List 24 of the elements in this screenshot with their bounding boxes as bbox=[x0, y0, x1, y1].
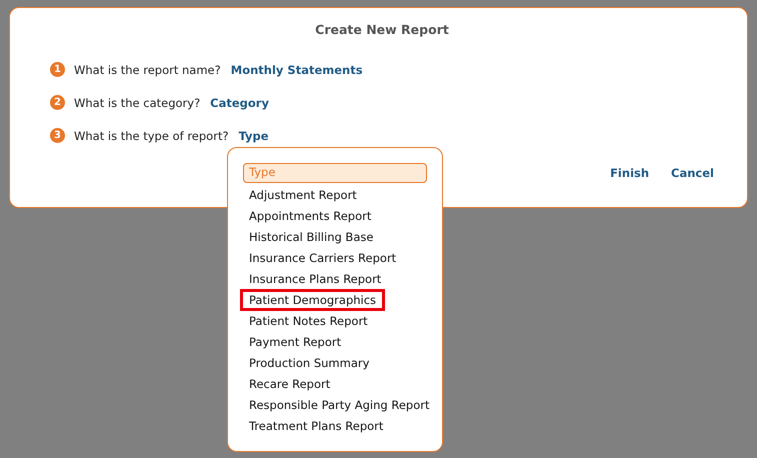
dropdown-option[interactable]: Historical Billing Base bbox=[240, 226, 382, 248]
dropdown-option[interactable]: Responsible Party Aging Report bbox=[240, 394, 438, 416]
step-number: 3 bbox=[50, 128, 65, 143]
dropdown-option[interactable]: Production Summary bbox=[240, 352, 378, 374]
dropdown-option[interactable]: Treatment Plans Report bbox=[240, 414, 392, 436]
dialog-title: Create New Report bbox=[314, 22, 450, 37]
step-question: What is the report name? bbox=[74, 62, 221, 76]
step-number: 2 bbox=[50, 95, 65, 110]
dropdown-option[interactable]: Payment Report bbox=[240, 330, 350, 352]
step-answer-link[interactable]: Category bbox=[210, 96, 269, 110]
dropdown-option[interactable]: Insurance Carriers Report bbox=[240, 246, 406, 268]
dropdown-option[interactable]: Insurance Plans Report bbox=[240, 268, 390, 290]
dropdown-option[interactable]: Recare Report bbox=[240, 372, 340, 394]
dropdown-option[interactable]: Adjustment Report bbox=[240, 184, 366, 206]
finish-button[interactable]: Finish bbox=[610, 166, 650, 180]
step-question: What is the type of report? bbox=[74, 128, 229, 142]
dropdown-option[interactable]: Patient Demographics bbox=[240, 288, 386, 310]
dropdown-option[interactable]: Appointments Report bbox=[240, 204, 380, 226]
step-number: 1 bbox=[50, 62, 65, 77]
cancel-button[interactable]: Cancel bbox=[671, 166, 714, 180]
step-answer-link[interactable]: Monthly Statements bbox=[230, 62, 363, 76]
step-question: What is the category? bbox=[74, 96, 200, 110]
dropdown-option[interactable]: Patient Notes Report bbox=[240, 310, 377, 332]
step-answer-link[interactable]: Type bbox=[238, 128, 269, 142]
